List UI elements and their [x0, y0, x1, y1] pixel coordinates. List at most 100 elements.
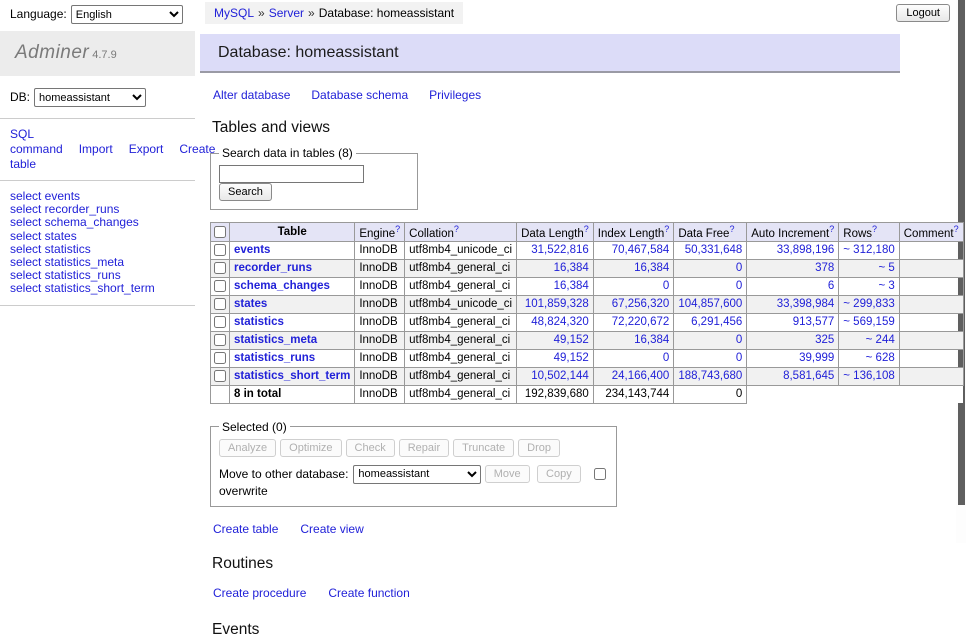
select-all-checkbox[interactable] — [214, 226, 226, 238]
breadcrumb-mysql-link[interactable]: MySQL — [214, 6, 254, 20]
cell-text: utf8mb4_general_ci — [405, 331, 517, 349]
cell-value-link[interactable]: ~ 299,833 — [843, 298, 894, 310]
cell-value-link[interactable]: ~ 244 — [866, 334, 895, 346]
move-db-select[interactable]: homeassistant — [353, 465, 481, 484]
table-name-link[interactable]: statistics_short_term — [234, 370, 350, 382]
column-header-rows: Rows? — [839, 223, 899, 242]
cell-value-link[interactable]: 0 — [736, 334, 742, 346]
truncate-button[interactable]: Truncate — [453, 439, 514, 457]
sidebar-select-link[interactable]: select statistics_short_term — [10, 282, 195, 295]
table-name-link[interactable]: statistics_runs — [234, 352, 315, 364]
help-link[interactable]: ? — [872, 224, 877, 234]
cell-value-link[interactable]: 0 — [736, 280, 742, 292]
table-row: statistics_runsInnoDButf8mb4_general_ci4… — [211, 349, 964, 367]
row-checkbox[interactable] — [214, 316, 226, 328]
table-name-link[interactable]: events — [234, 244, 270, 256]
cell-value-link[interactable]: 39,999 — [799, 352, 834, 364]
cell-value-link[interactable]: 16,384 — [634, 262, 669, 274]
cell-value-link[interactable]: 6,291,456 — [691, 316, 742, 328]
row-checkbox[interactable] — [214, 352, 226, 364]
cell-value-link[interactable]: 49,152 — [554, 352, 589, 364]
routine-link[interactable]: Create procedure — [213, 586, 306, 600]
analyze-button[interactable]: Analyze — [219, 439, 276, 457]
cell-value-link[interactable]: 16,384 — [554, 262, 589, 274]
toolbar-link[interactable]: Privileges — [429, 88, 481, 102]
move-row: Move to other database:homeassistant Mov… — [219, 465, 608, 498]
table-name-link[interactable]: schema_changes — [234, 280, 330, 292]
cell-value-link[interactable]: 10,502,144 — [531, 370, 589, 382]
overwrite-checkbox[interactable] — [594, 468, 606, 480]
cell-value-link[interactable]: ~ 136,108 — [843, 370, 894, 382]
optimize-button[interactable]: Optimize — [280, 439, 341, 457]
row-checkbox[interactable] — [214, 262, 226, 274]
db-select[interactable]: homeassistant — [34, 88, 146, 107]
cell-value-link[interactable]: 104,857,600 — [678, 298, 742, 310]
cell-value-link[interactable]: 378 — [815, 262, 834, 274]
column-header-table: Table — [230, 223, 355, 242]
sidebar-action-link[interactable]: Import — [79, 142, 113, 156]
sidebar-select-link[interactable]: select schema_changes — [10, 216, 195, 229]
cell-value-link[interactable]: ~ 628 — [866, 352, 895, 364]
cell-value-link[interactable]: 188,743,680 — [678, 370, 742, 382]
create-link[interactable]: Create table — [213, 522, 278, 536]
cell-value-link[interactable]: ~ 5 — [878, 262, 894, 274]
repair-button[interactable]: Repair — [399, 439, 449, 457]
cell-value-link[interactable]: 33,398,984 — [777, 298, 835, 310]
cell-value-link[interactable]: 0 — [736, 262, 742, 274]
cell-value-link[interactable]: ~ 569,159 — [843, 316, 894, 328]
row-checkbox[interactable] — [214, 280, 226, 292]
cell-value-link[interactable]: 913,577 — [793, 316, 835, 328]
create-link[interactable]: Create view — [300, 522, 363, 536]
sidebar-select-link[interactable]: select states — [10, 230, 195, 243]
row-checkbox[interactable] — [214, 244, 226, 256]
help-link[interactable]: ? — [395, 224, 400, 234]
help-link[interactable]: ? — [729, 224, 734, 234]
toolbar-link[interactable]: Database schema — [311, 88, 408, 102]
table-name-link[interactable]: statistics — [234, 316, 284, 328]
cell-value-link[interactable]: 50,331,648 — [685, 244, 743, 256]
cell-value-link[interactable]: 6 — [828, 280, 834, 292]
help-link[interactable]: ? — [829, 224, 834, 234]
breadcrumb-server-link[interactable]: Server — [269, 6, 304, 20]
cell-value-link[interactable]: 0 — [663, 280, 669, 292]
cell-value-link[interactable]: 16,384 — [634, 334, 669, 346]
row-checkbox[interactable] — [214, 370, 226, 382]
cell-value-link[interactable]: 33,898,196 — [777, 244, 835, 256]
drop-button[interactable]: Drop — [518, 439, 560, 457]
help-link[interactable]: ? — [954, 224, 959, 234]
table-name-link[interactable]: states — [234, 298, 267, 310]
cell-value-link[interactable]: 49,152 — [554, 334, 589, 346]
sidebar-action-link[interactable]: SQL command — [10, 127, 63, 156]
cell-value-link[interactable]: 24,166,400 — [612, 370, 670, 382]
cell-value-link[interactable]: 67,256,320 — [612, 298, 670, 310]
cell-value-link[interactable]: 8,581,645 — [783, 370, 834, 382]
cell-value-link[interactable]: 16,384 — [554, 280, 589, 292]
cell-value-link[interactable]: ~ 3 — [878, 280, 894, 292]
cell-value-link[interactable]: 325 — [815, 334, 834, 346]
search-button[interactable]: Search — [219, 183, 272, 201]
cell-value-link[interactable]: 72,220,672 — [612, 316, 670, 328]
help-link[interactable]: ? — [454, 224, 459, 234]
total-value: 0 — [674, 385, 747, 403]
row-checkbox[interactable] — [214, 334, 226, 346]
help-link[interactable]: ? — [664, 224, 669, 234]
language-select[interactable]: English — [71, 5, 183, 24]
cell-value-link[interactable]: 70,467,584 — [612, 244, 670, 256]
cell-value-link[interactable]: 0 — [663, 352, 669, 364]
cell-value-link[interactable]: ~ 312,180 — [843, 244, 894, 256]
move-button[interactable]: Move — [485, 465, 530, 483]
cell-value-link[interactable]: 101,859,328 — [525, 298, 589, 310]
toolbar-link[interactable]: Alter database — [213, 88, 290, 102]
sidebar-action-link[interactable]: Export — [129, 142, 164, 156]
copy-button[interactable]: Copy — [537, 465, 581, 483]
cell-value-link[interactable]: 48,824,320 — [531, 316, 589, 328]
cell-value-link[interactable]: 0 — [736, 352, 742, 364]
row-checkbox[interactable] — [214, 298, 226, 310]
cell-value-link[interactable]: 31,522,816 — [531, 244, 589, 256]
routine-link[interactable]: Create function — [328, 586, 409, 600]
search-input[interactable] — [219, 165, 364, 183]
table-name-link[interactable]: recorder_runs — [234, 262, 312, 274]
check-button[interactable]: Check — [346, 439, 395, 457]
table-name-link[interactable]: statistics_meta — [234, 334, 317, 346]
help-link[interactable]: ? — [584, 224, 589, 234]
